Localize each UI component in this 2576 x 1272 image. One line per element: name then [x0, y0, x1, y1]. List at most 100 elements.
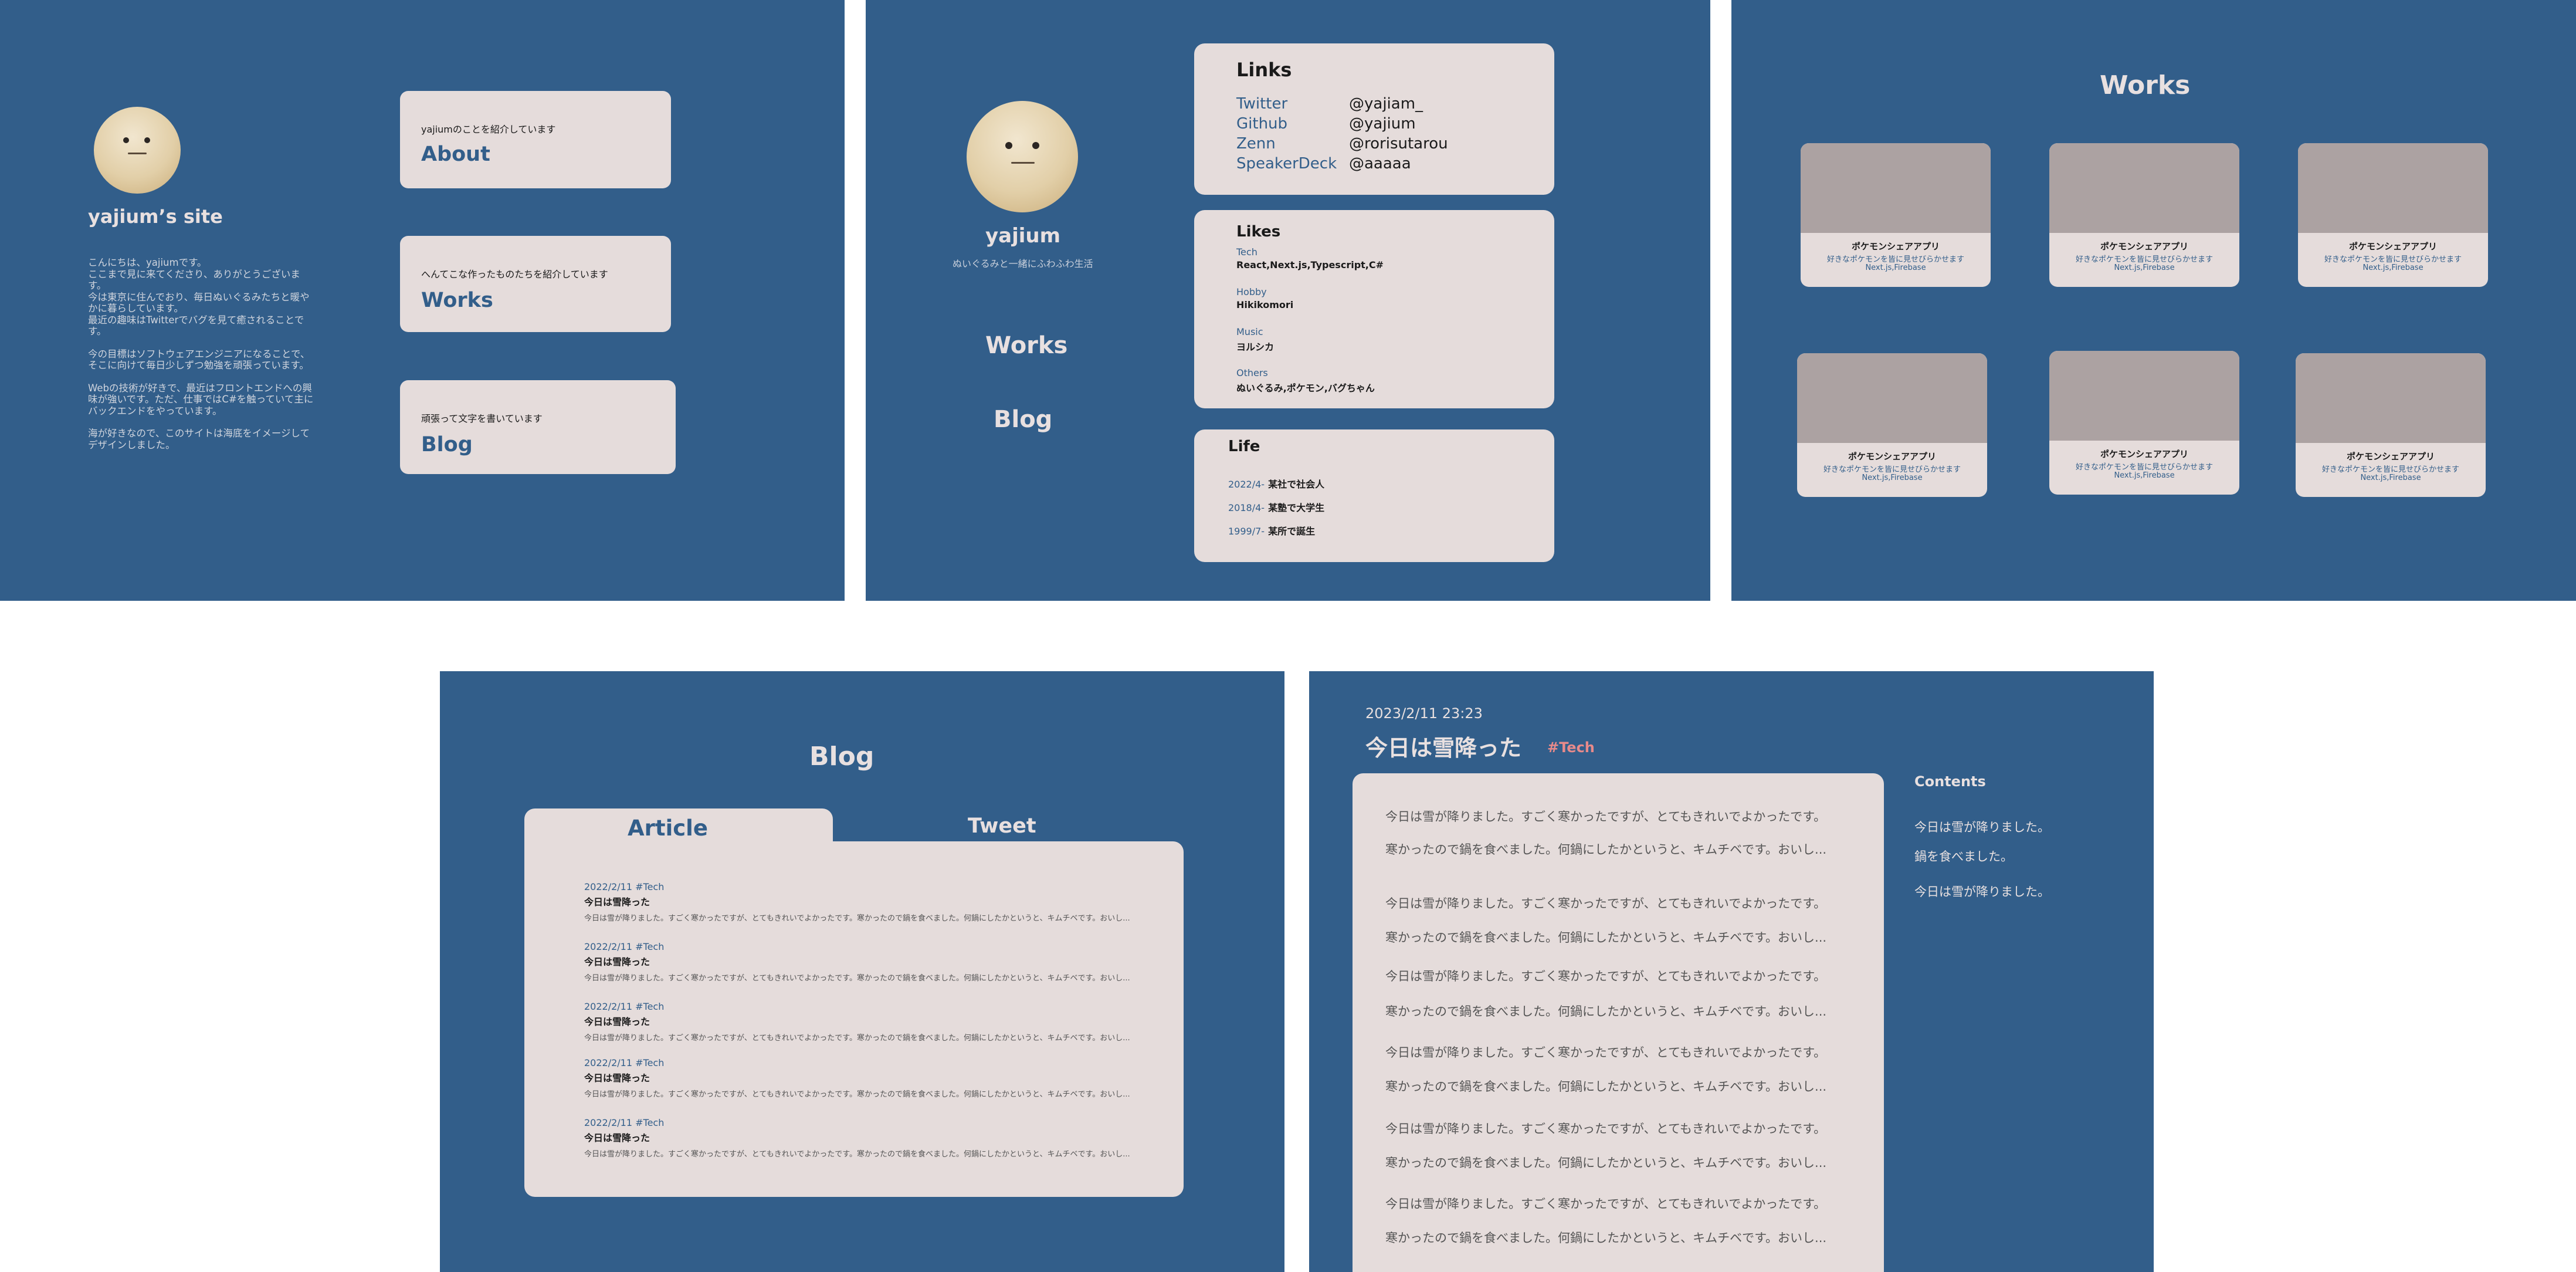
work-title: ポケモンシェアアプリ	[1851, 241, 1940, 252]
life-row: 1999/7- 某所で誕生	[1228, 523, 1315, 537]
avatar	[967, 101, 1078, 212]
work-thumbnail	[2298, 143, 2488, 233]
tab-tweet[interactable]: Tweet	[968, 814, 1036, 838]
nav-link-works[interactable]: Works	[985, 332, 1067, 359]
link-name: Twitter	[1236, 95, 1288, 113]
work-tech: Next.js,Firebase	[2360, 473, 2421, 482]
work-card[interactable]: ポケモンシェアアプリ 好きなポケモンを皆に見せびらかせます Next.js,Fi…	[2049, 351, 2239, 495]
table-of-contents: Contents 今日は雪が降りました。 鍋を食べました。 今日は雪が降りました…	[1914, 773, 2126, 949]
article-title: 今日は雪降った	[584, 1016, 650, 1027]
link-value: @aaaaa	[1349, 155, 1411, 172]
like-category: Music	[1236, 326, 1263, 337]
post-body: 今日は雪が降りました。すごく寒かったですが、とてもきれいでよかったです。 寒かっ…	[1353, 773, 1884, 1272]
nav-card-sub: 頑張って文字を書いています	[421, 413, 543, 424]
nav-card-label: About	[421, 143, 490, 166]
profile-tagline: ぬいぐるみと一緒にふわふわ生活	[953, 258, 1093, 269]
work-card[interactable]: ポケモンシェアアプリ 好きなポケモンを皆に見せびらかせます Next.js,Fi…	[2296, 353, 2486, 497]
life-text: 某所で誕生	[1268, 526, 1316, 537]
works-panel: Works ポケモンシェアアプリ 好きなポケモンを皆に見せびらかせます Next…	[1731, 0, 2576, 601]
link-name: Github	[1236, 115, 1288, 133]
intro-paragraph: 海が好きなので、このサイトは海底をイメージしてデザインしました。	[88, 428, 310, 451]
profile-name: yajium	[985, 224, 1061, 248]
post-paragraph: 寒かったので鍋を食べました。何鍋にしたかというと、キムチベです。おいし...	[1385, 1004, 1827, 1019]
life-date: 1999/7-	[1228, 526, 1265, 537]
post-paragraph: 寒かったので鍋を食べました。何鍋にしたかというと、キムチベです。おいし...	[1385, 1080, 1827, 1094]
toc-title: Contents	[1914, 773, 1986, 790]
post-paragraph: 今日は雪が降りました。すごく寒かったですが、とてもきれいでよかったです。	[1385, 969, 1826, 983]
article-excerpt: 今日は雪が降りました。すごく寒かったですが、とてもきれいでよかったです。寒かった…	[584, 1034, 1130, 1043]
work-tech: Next.js,Firebase	[2363, 263, 2424, 272]
post-paragraph: 寒かったので鍋を食べました。何鍋にしたかというと、キムチベです。おいし...	[1385, 1231, 1827, 1245]
post-tag[interactable]: #Tech	[1547, 739, 1595, 756]
like-category: Others	[1236, 367, 1268, 378]
nav-card-sub: yajiumのことを紹介しています	[421, 124, 556, 135]
work-desc: 好きなポケモンを皆に見せびらかせます	[2075, 463, 2213, 472]
work-thumbnail	[2296, 353, 2486, 443]
work-desc: 好きなポケモンを皆に見せびらかせます	[1826, 255, 1964, 264]
work-desc: 好きなポケモンを皆に見せびらかせます	[1823, 465, 1961, 474]
site-title: yajium’s site	[88, 205, 223, 228]
toc-item[interactable]: 鍋を食べました。	[1914, 847, 2013, 865]
article-title: 今日は雪降った	[584, 1073, 650, 1084]
toc-item[interactable]: 今日は雪が降りました。	[1914, 882, 2050, 900]
article-list: 2022/2/11 #Tech 今日は雪降った 今日は雪が降りました。すごく寒か…	[524, 841, 1184, 1197]
list-item[interactable]: 2022/2/11 #Tech 今日は雪降った 今日は雪が降りました。すごく寒か…	[584, 1001, 1130, 1043]
work-tech: Next.js,Firebase	[2114, 263, 2175, 272]
link-row-zenn[interactable]: Zenn @rorisutarou	[1236, 135, 1448, 153]
post-paragraph: 今日は雪が降りました。すごく寒かったですが、とてもきれいでよかったです。	[1385, 1197, 1826, 1211]
work-tech: Next.js,Firebase	[1865, 263, 1926, 272]
work-card[interactable]: ポケモンシェアアプリ 好きなポケモンを皆に見せびらかせます Next.js,Fi…	[2049, 143, 2239, 287]
like-category: Tech	[1236, 246, 1258, 258]
article-excerpt: 今日は雪が降りました。すごく寒かったですが、とてもきれいでよかったです。寒かった…	[584, 914, 1130, 923]
avatar-eye-icon	[1005, 142, 1012, 149]
life-row: 2022/4- 某社で社会人	[1228, 476, 1324, 490]
life-date: 2022/4-	[1228, 479, 1265, 490]
article-excerpt: 今日は雪が降りました。すごく寒かったですが、とてもきれいでよかったです。寒かった…	[584, 1150, 1130, 1159]
likes-card: Likes Tech React,Next.js,Typescript,C# H…	[1194, 210, 1554, 408]
work-title: ポケモンシェアアプリ	[2346, 451, 2435, 462]
work-desc: 好きなポケモンを皆に見せびらかせます	[2075, 255, 2213, 264]
life-date: 2018/4-	[1228, 502, 1265, 513]
work-thumbnail	[1797, 353, 1987, 443]
article-title: 今日は雪降った	[584, 897, 650, 908]
work-desc: 好きなポケモンを皆に見せびらかせます	[2321, 465, 2459, 474]
nav-card-blog[interactable]: 頑張って文字を書いています Blog	[400, 380, 676, 474]
article-meta: 2022/2/11 #Tech	[584, 941, 665, 952]
avatar	[94, 107, 181, 194]
nav-card-about[interactable]: yajiumのことを紹介しています About	[400, 91, 671, 188]
page-title: Blog	[809, 742, 875, 772]
nav-card-sub: へんてこな作ったものたちを紹介しています	[421, 269, 608, 280]
article-meta: 2022/2/11 #Tech	[584, 1117, 665, 1128]
avatar-mouth-icon	[128, 153, 147, 154]
work-title: ポケモンシェアアプリ	[2100, 241, 2188, 252]
life-text: 某社で社会人	[1268, 479, 1325, 490]
avatar-eye-icon	[1032, 142, 1039, 149]
work-title: ポケモンシェアアプリ	[1848, 451, 1936, 462]
link-row-twitter[interactable]: Twitter @yajiam_	[1236, 95, 1423, 113]
article-meta: 2022/2/11 #Tech	[584, 1001, 665, 1012]
nav-link-blog[interactable]: Blog	[994, 406, 1052, 433]
blog-panel: Blog Article Tweet 2022/2/11 #Tech 今日は雪降…	[440, 671, 1284, 1272]
work-card[interactable]: ポケモンシェアアプリ 好きなポケモンを皆に見せびらかせます Next.js,Fi…	[1801, 143, 1991, 287]
link-value: @yajiam_	[1349, 95, 1423, 113]
life-text: 某塾で大学生	[1268, 502, 1325, 513]
link-name: SpeakerDeck	[1236, 155, 1337, 172]
link-row-speakerdeck[interactable]: SpeakerDeck @aaaaa	[1236, 155, 1411, 172]
article-title: 今日は雪降った	[584, 956, 650, 967]
toc-item[interactable]: 今日は雪が降りました。	[1914, 818, 2050, 835]
work-card[interactable]: ポケモンシェアアプリ 好きなポケモンを皆に見せびらかせます Next.js,Fi…	[1797, 353, 1987, 497]
link-row-github[interactable]: Github @yajium	[1236, 115, 1416, 133]
post-paragraph: 寒かったので鍋を食べました。何鍋にしたかというと、キムチベです。おいし...	[1385, 1156, 1827, 1170]
list-item[interactable]: 2022/2/11 #Tech 今日は雪降った 今日は雪が降りました。すごく寒か…	[584, 881, 1130, 923]
work-tech: Next.js,Firebase	[2114, 471, 2175, 480]
list-item[interactable]: 2022/2/11 #Tech 今日は雪降った 今日は雪が降りました。すごく寒か…	[584, 1117, 1130, 1159]
like-value: Hikikomori	[1236, 299, 1294, 310]
like-category: Hobby	[1236, 286, 1267, 297]
nav-card-works[interactable]: へんてこな作ったものたちを紹介しています Works	[400, 236, 671, 332]
list-item[interactable]: 2022/2/11 #Tech 今日は雪降った 今日は雪が降りました。すごく寒か…	[584, 941, 1130, 983]
page-title: Works	[2100, 70, 2191, 100]
post-paragraph: 今日は雪が降りました。すごく寒かったですが、とてもきれいでよかったです。	[1385, 1046, 1826, 1060]
work-card[interactable]: ポケモンシェアアプリ 好きなポケモンを皆に見せびらかせます Next.js,Fi…	[2298, 143, 2488, 287]
intro-paragraph: Webの技術が好きで、最近はフロントエンドへの興味が強いです。ただ、仕事ではC#…	[88, 382, 314, 417]
list-item[interactable]: 2022/2/11 #Tech 今日は雪降った 今日は雪が降りました。すごく寒か…	[584, 1057, 1130, 1099]
